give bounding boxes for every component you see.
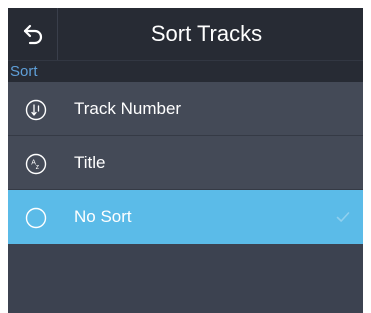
sort-option-label: No Sort [74,207,132,226]
page-title: Sort Tracks [150,21,263,46]
circle-icon [25,207,47,229]
back-arrow-icon [23,24,42,45]
section-header-sort: Sort [8,60,363,82]
alphabetical-sort-icon: A z [25,153,47,175]
svg-text:z: z [36,164,40,171]
sort-descending-icon [25,99,47,121]
sort-option-track-number[interactable]: Track Number [8,82,363,136]
sort-option-label: Track Number [74,99,182,118]
sort-tracks-panel: Sort Tracks Sort Track Number A z Title … [8,8,363,313]
checkmark-icon [336,212,350,222]
back-button[interactable] [8,8,58,60]
sort-option-label: Title [74,153,106,172]
sort-option-title[interactable]: A z Title [8,136,363,190]
header-bar: Sort Tracks [8,8,363,60]
sort-option-no-sort[interactable]: No Sort [8,190,363,244]
